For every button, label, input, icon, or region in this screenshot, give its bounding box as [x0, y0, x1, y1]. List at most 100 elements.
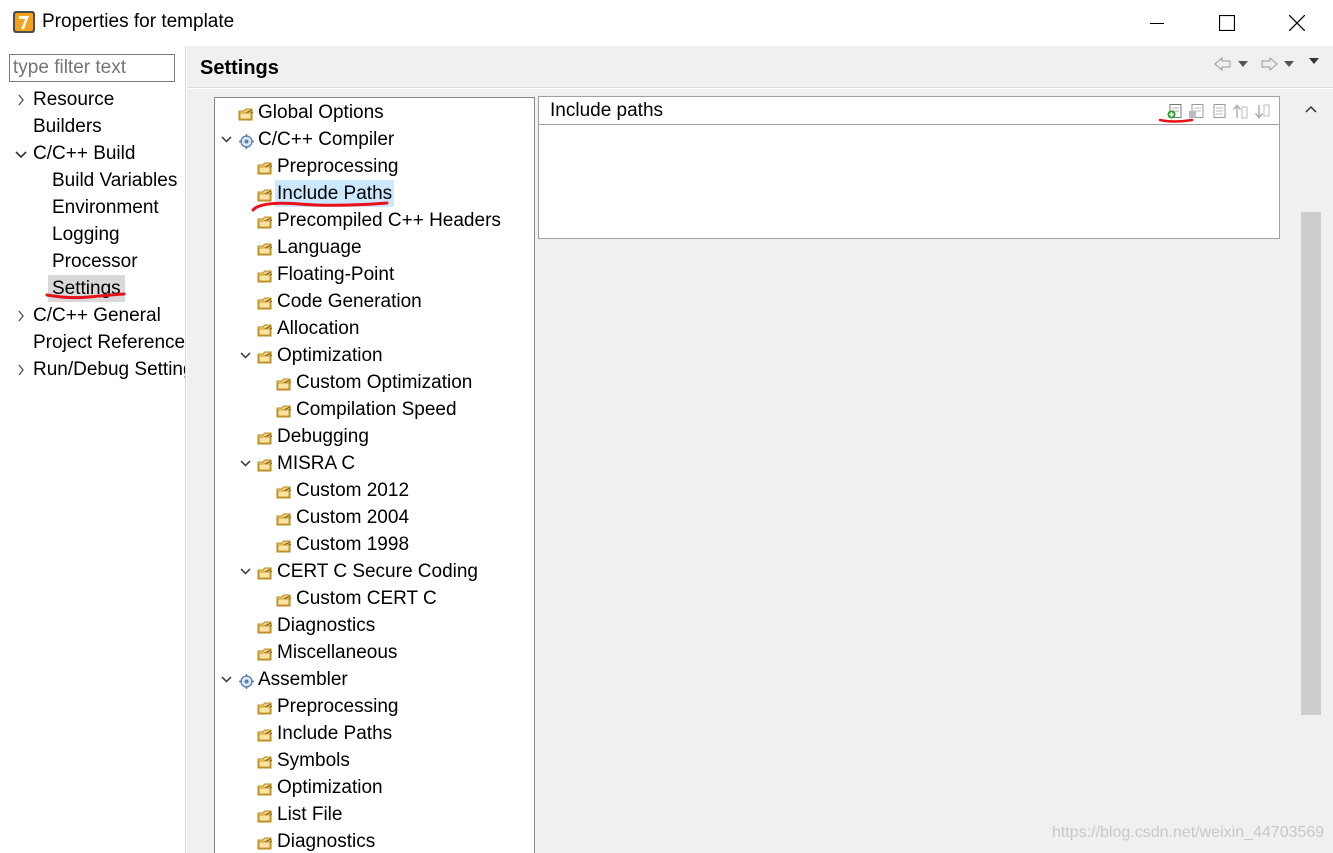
view-menu-button[interactable]: [1307, 56, 1321, 66]
scrollbar-thumb[interactable]: [1301, 212, 1321, 715]
options-icon: [257, 320, 274, 337]
options-icon: [257, 644, 274, 661]
tree-item[interactable]: Custom 2004: [276, 504, 409, 531]
chevron-down-icon: [1309, 58, 1319, 64]
nav-item-run-debug-settings[interactable]: Run/Debug Settings: [33, 356, 185, 383]
tree-item-label: Floating-Point: [277, 264, 395, 285]
move-down-button[interactable]: [1253, 102, 1271, 120]
tree-item[interactable]: Include Paths: [257, 720, 392, 747]
tree-item[interactable]: Code Generation: [257, 288, 422, 315]
chevron-down-icon[interactable]: [14, 140, 28, 167]
chevron-down-icon[interactable]: [220, 666, 232, 693]
tree-item-label: Custom 2004: [296, 507, 410, 528]
tree-item-label: CERT C Secure Coding: [277, 561, 479, 582]
tree-item[interactable]: Debugging: [257, 423, 369, 450]
tree-item-label: Include Paths: [275, 180, 395, 207]
add-button[interactable]: [1165, 102, 1183, 120]
tree-item-label: Global Options: [258, 102, 384, 123]
back-button[interactable]: [1214, 56, 1250, 72]
nav-item-resource[interactable]: Resource: [33, 86, 114, 113]
tree-item[interactable]: Optimization: [257, 774, 383, 801]
minimize-icon: [1150, 23, 1164, 24]
tree-item[interactable]: Preprocessing: [257, 153, 398, 180]
add-workspace-button[interactable]: [1187, 102, 1205, 120]
options-icon: [276, 374, 293, 391]
include-paths-panel: Include paths: [538, 96, 1280, 239]
chevron-right-icon[interactable]: [14, 86, 28, 113]
tree-item-label: List File: [277, 804, 343, 825]
nav-item-c-c-build[interactable]: C/C++ Build: [33, 140, 135, 167]
maximize-button[interactable]: [1192, 0, 1262, 46]
options-icon: [257, 266, 274, 283]
options-icon: [276, 590, 293, 607]
tree-item[interactable]: Allocation: [257, 315, 359, 342]
chevron-down-icon[interactable]: [220, 126, 232, 153]
tree-item[interactable]: Custom CERT C: [276, 585, 437, 612]
options-icon: [276, 401, 293, 418]
chevron-down-icon[interactable]: [239, 342, 251, 369]
add-icon: [1167, 103, 1181, 118]
tree-item-label: MISRA C: [277, 453, 356, 474]
tree-item[interactable]: Floating-Point: [257, 261, 394, 288]
nav-item-environment[interactable]: Environment: [52, 194, 159, 221]
options-icon: [257, 698, 274, 715]
tree-item[interactable]: List File: [257, 801, 342, 828]
tree-item[interactable]: C/C++ Compiler: [238, 126, 394, 153]
tree-item[interactable]: Symbols: [257, 747, 350, 774]
vertical-scrollbar[interactable]: [1298, 96, 1324, 853]
chevron-right-icon[interactable]: [14, 302, 28, 329]
tree-item[interactable]: Compilation Speed: [276, 396, 457, 423]
minimize-button[interactable]: [1122, 0, 1192, 46]
nav-item-project-references[interactable]: Project References: [33, 329, 185, 356]
move-up-button[interactable]: [1231, 102, 1249, 120]
tool-icon: [238, 671, 255, 689]
close-icon: [1289, 15, 1305, 31]
tree-item[interactable]: Include Paths: [257, 180, 395, 207]
tree-item-label: Optimization: [277, 345, 383, 366]
tree-item[interactable]: Miscellaneous: [257, 639, 397, 666]
nav-item-builders[interactable]: Builders: [33, 113, 102, 140]
title-bar: Properties for template: [0, 0, 1333, 46]
tree-item[interactable]: CERT C Secure Coding: [257, 558, 478, 585]
tree-item[interactable]: MISRA C: [257, 450, 355, 477]
chevron-down-icon: [1284, 61, 1294, 67]
scroll-up-button[interactable]: [1298, 96, 1324, 122]
options-icon: [257, 617, 274, 634]
nav-item-settings[interactable]: Settings: [48, 275, 125, 302]
tree-item-label: Diagnostics: [277, 615, 376, 636]
include-paths-list[interactable]: [539, 126, 1279, 238]
watermark: https://blog.csdn.net/weixin_44703569: [1052, 824, 1325, 841]
chevron-down-icon[interactable]: [239, 558, 251, 585]
tree-item-label: Preprocessing: [277, 696, 399, 717]
move-up-icon: [1232, 103, 1247, 118]
tree-item[interactable]: Custom 2012: [276, 477, 409, 504]
chevron-down-icon[interactable]: [239, 450, 251, 477]
nav-item-c-c-general[interactable]: C/C++ General: [33, 302, 161, 329]
options-icon: [257, 752, 274, 769]
tree-item[interactable]: Preprocessing: [257, 693, 398, 720]
nav-item-logging[interactable]: Logging: [52, 221, 120, 248]
tree-item-label: Debugging: [277, 426, 369, 447]
tree-item[interactable]: Diagnostics: [257, 612, 375, 639]
tree-item[interactable]: Language: [257, 234, 362, 261]
edit-button[interactable]: [1210, 102, 1228, 120]
nav-item-build-variables[interactable]: Build Variables: [52, 167, 177, 194]
tree-item-label: Preprocessing: [277, 156, 399, 177]
filter-input[interactable]: [9, 54, 175, 82]
tree-item[interactable]: Custom 1998: [276, 531, 409, 558]
tree-item-label: Optimization: [277, 777, 383, 798]
tree-item[interactable]: Precompiled C++ Headers: [257, 207, 501, 234]
options-icon: [238, 104, 255, 121]
tree-item[interactable]: Global Options: [238, 99, 384, 126]
include-paths-header: Include paths: [539, 97, 1279, 125]
chevron-right-icon[interactable]: [14, 356, 28, 383]
tree-item[interactable]: Assembler: [238, 666, 348, 693]
tree-item[interactable]: Diagnostics: [257, 828, 375, 853]
nav-item-processor[interactable]: Processor: [52, 248, 138, 275]
close-button[interactable]: [1262, 0, 1332, 46]
tree-item-label: Symbols: [277, 750, 350, 771]
tree-item-label: Allocation: [277, 318, 360, 339]
forward-button[interactable]: [1260, 56, 1296, 72]
tree-item[interactable]: Custom Optimization: [276, 369, 472, 396]
tree-item[interactable]: Optimization: [257, 342, 383, 369]
